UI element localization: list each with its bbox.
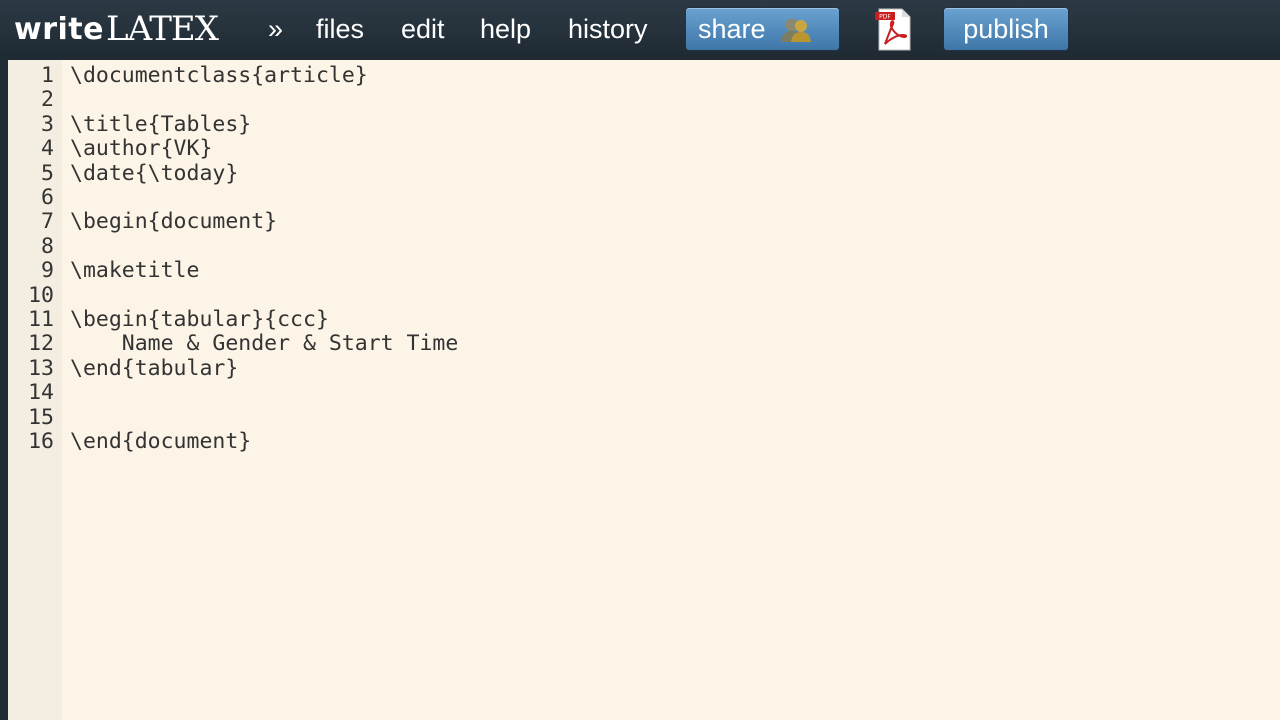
editor-line[interactable]: 1 \documentclass{article} (8, 60, 1280, 88)
editor-line[interactable]: 7 \begin{document} (8, 206, 1280, 234)
share-button-label: share (698, 14, 766, 44)
editor-line[interactable]: 10 (8, 280, 1280, 307)
editor-line[interactable]: 8 (8, 231, 1280, 258)
line-code[interactable]: \end{document} (70, 430, 251, 454)
menu-history[interactable]: history (568, 10, 648, 48)
editor-line[interactable]: 11 \begin{tabular}{ccc} (8, 304, 1280, 332)
menu-files[interactable]: files (316, 10, 364, 48)
editor-line[interactable]: 15 (8, 402, 1280, 429)
menu-edit[interactable]: edit (401, 10, 445, 48)
logo-write-text: write (14, 11, 104, 47)
editor-line[interactable]: 9 \maketitle (8, 255, 1280, 283)
editor-line[interactable]: 2 (8, 84, 1280, 112)
editor-line[interactable]: 13 \end{tabular} (8, 353, 1280, 380)
publish-button[interactable]: publish (944, 8, 1068, 50)
expand-chevron-icon[interactable]: » (268, 10, 283, 48)
share-button[interactable]: share (686, 8, 839, 50)
writelatex-logo[interactable]: write LATEX (14, 6, 219, 52)
people-icon (781, 18, 811, 42)
menu-help[interactable]: help (480, 10, 531, 48)
editor-line[interactable]: 12 Name & Gender & Start Time (8, 328, 1280, 356)
editor-line[interactable]: 6 (8, 182, 1280, 210)
editor-line[interactable]: 3 \title{Tables} (8, 109, 1280, 136)
writelatex-window: write LATEX » files edit help history sh… (0, 0, 1280, 720)
line-number: 16 (28, 429, 54, 454)
logo-latex-text: LATEX (105, 9, 219, 49)
top-toolbar: write LATEX » files edit help history sh… (0, 0, 1280, 58)
left-border (0, 58, 8, 720)
code-editor[interactable]: 1 \documentclass{article} 2 3 \title{Tables}… (8, 60, 1280, 720)
editor-line[interactable]: 5 \date{\today} (8, 158, 1280, 185)
editor-line[interactable]: 14 (8, 377, 1280, 405)
pdf-icon[interactable]: PDF (872, 6, 916, 52)
editor-line[interactable]: 16 \end{document} (8, 426, 1280, 454)
editor-line[interactable]: 4 \author{VK} (8, 133, 1280, 161)
svg-text:PDF: PDF (879, 14, 891, 21)
